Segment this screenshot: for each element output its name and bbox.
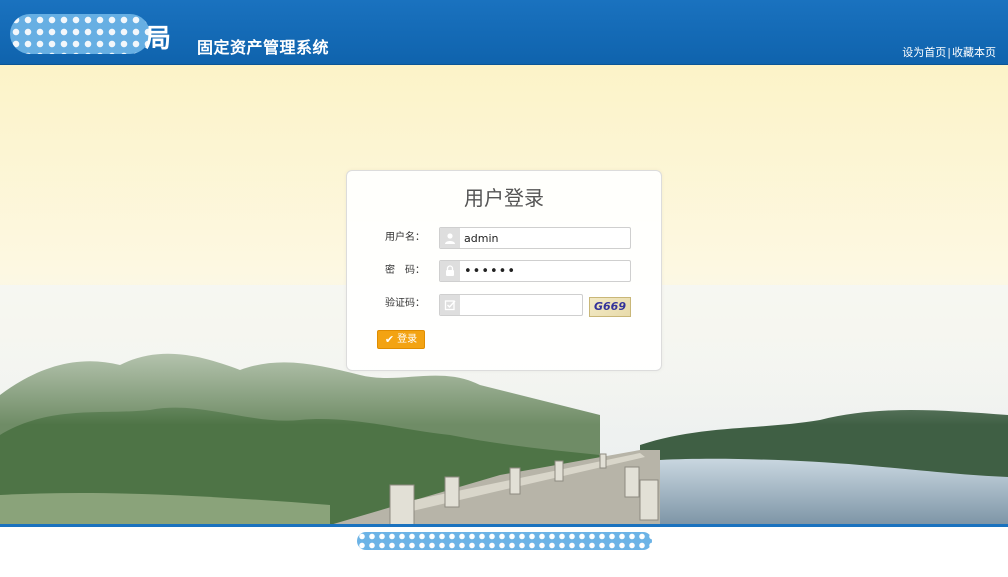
captcha-input[interactable] xyxy=(464,295,576,315)
password-field xyxy=(439,260,631,282)
redacted-logo xyxy=(10,14,150,54)
login-page: 局 固定资产管理系统 设为首页|收藏本页 用户登录 用户名： admin 密 码… xyxy=(0,0,1008,577)
header-links: 设为首页|收藏本页 xyxy=(902,46,996,60)
user-icon xyxy=(440,228,460,248)
password-label: 密 码： xyxy=(385,265,425,276)
system-title: 固定资产管理系统 xyxy=(197,38,330,57)
username-input[interactable] xyxy=(464,228,624,248)
bookmark-link[interactable]: 收藏本页 xyxy=(952,46,996,59)
login-button[interactable]: ✔ 登录 xyxy=(377,330,425,349)
captcha-image[interactable]: G669 xyxy=(589,297,631,317)
login-title: 用户登录 xyxy=(464,186,544,210)
redacted-footer xyxy=(357,532,652,550)
captcha-field xyxy=(439,294,583,316)
username-field xyxy=(439,227,631,249)
check-icon: ✔ xyxy=(384,333,395,346)
login-button-label: 登录 xyxy=(397,334,418,345)
footer-divider xyxy=(0,524,1008,527)
checkbox-icon xyxy=(440,295,460,315)
login-panel: 用户登录 用户名： 密 码： 验证码： G669 ✔ xyxy=(346,170,662,371)
set-homepage-link[interactable]: 设为首页 xyxy=(902,46,946,59)
brand-suffix: 局 xyxy=(145,24,172,54)
captcha-label: 验证码： xyxy=(385,298,425,309)
password-input[interactable] xyxy=(464,261,624,281)
username-label: 用户名： xyxy=(385,232,425,243)
lock-icon xyxy=(440,261,460,281)
header-bar: 局 固定资产管理系统 设为首页|收藏本页 xyxy=(0,0,1008,65)
